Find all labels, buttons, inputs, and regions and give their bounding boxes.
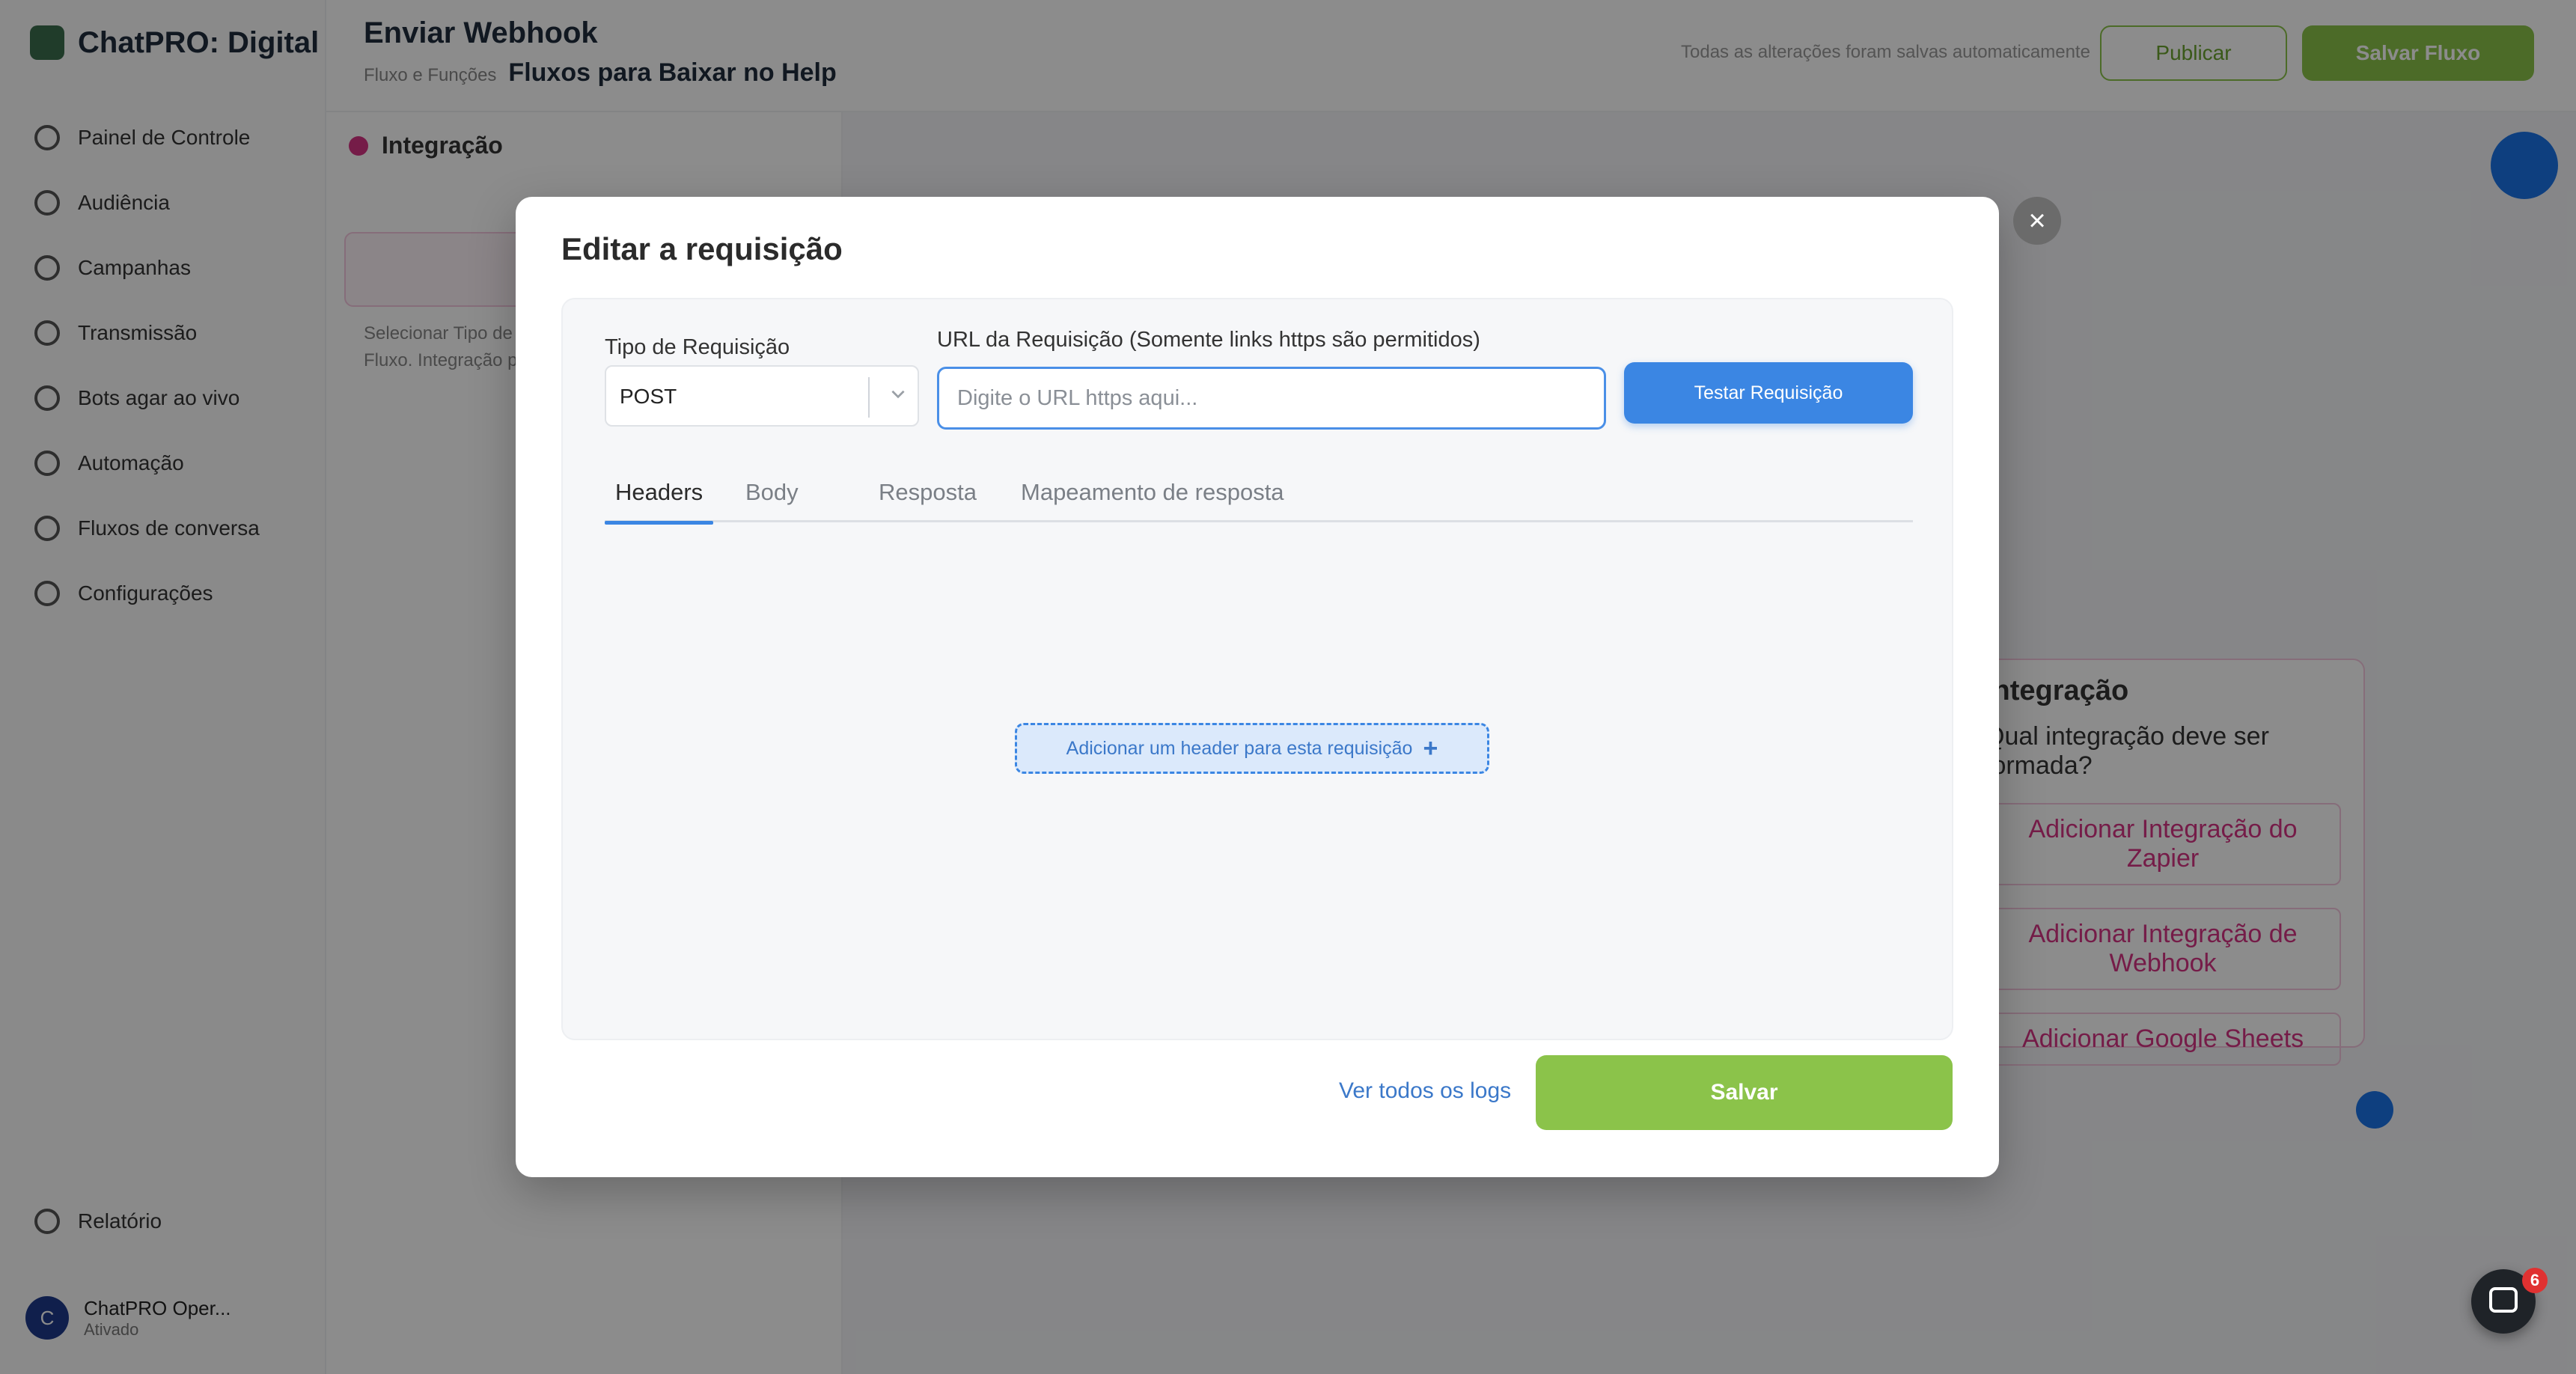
url-label: URL da Requisição (Somente links https s… (937, 328, 1480, 352)
add-header-button[interactable]: Adicionar um header para esta requisição… (1015, 723, 1489, 774)
tab-headers[interactable]: Headers (604, 479, 714, 525)
chevron-down-icon[interactable] (883, 380, 913, 413)
tab-body[interactable]: Body (745, 479, 799, 522)
request-type-select[interactable]: POST (605, 365, 919, 427)
save-button[interactable]: Salvar (1536, 1055, 1953, 1130)
request-type-label: Tipo de Requisição (605, 335, 790, 359)
modal-title: Editar a requisição (561, 231, 843, 266)
notification-badge: 6 (2522, 1268, 2548, 1293)
plus-icon: + (1423, 734, 1438, 763)
url-input[interactable] (937, 367, 1606, 430)
test-request-button[interactable]: Testar Requisição (1624, 362, 1913, 424)
tab-response[interactable]: Resposta (879, 479, 977, 522)
select-divider (868, 377, 870, 418)
chat-icon (2489, 1287, 2518, 1313)
tab-response-mapping[interactable]: Mapeamento de resposta (1021, 479, 1284, 522)
request-type-value: POST (620, 385, 677, 408)
request-editor-panel: Tipo de Requisição POST URL da Requisiçã… (561, 298, 1953, 1040)
edit-request-modal: Editar a requisição Tipo de Requisição P… (516, 197, 1999, 1177)
request-tabs: Headers Body Resposta Mapeamento de resp… (604, 479, 1913, 525)
view-logs-link[interactable]: Ver todos os logs (1339, 1078, 1511, 1104)
close-icon[interactable]: × (2013, 197, 2061, 245)
add-header-label: Adicionar um header para esta requisição (1066, 737, 1413, 759)
